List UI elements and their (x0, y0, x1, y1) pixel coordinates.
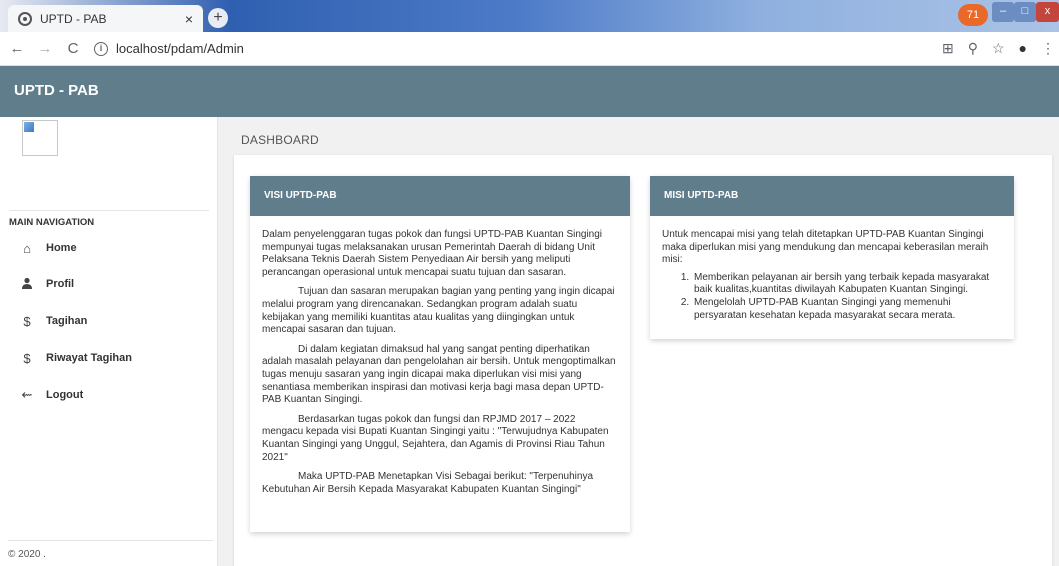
list-item: Mengelolah UPTD-PAB Kuantan Singingi yan… (692, 297, 1001, 322)
visi-paragraph: Maka UPTD-PAB Menetapkan Visi Sebagai be… (262, 471, 593, 495)
browser-tab[interactable]: UPTD - PAB × (8, 5, 203, 32)
list-item: Memberikan pelayanan air bersih yang ter… (692, 272, 1001, 297)
nav-header: MAIN NAVIGATION (9, 210, 209, 228)
url-text: localhost/pdam/Admin (116, 41, 244, 56)
globe-icon (18, 11, 32, 26)
window-close-button[interactable]: x (1036, 2, 1059, 22)
sidebar-item-profil[interactable]: Profil (0, 266, 218, 302)
zoom-icon[interactable]: ⚲ (968, 40, 978, 57)
url-field[interactable]: i localhost/pdam/Admin (94, 41, 244, 56)
app-header: UPTD - PAB (0, 66, 1059, 117)
address-bar: ← → C i localhost/pdam/Admin ⊞ ⚲ ☆ ● ⋮ (0, 32, 1059, 66)
tab-title: UPTD - PAB (40, 11, 107, 26)
visi-paragraph: Tujuan dan sasaran merupakan bagian yang… (262, 286, 615, 336)
reload-icon[interactable]: C (62, 40, 84, 57)
sidebar-item-label: Riwayat Tagihan (46, 352, 132, 364)
forward-arrow-icon[interactable]: → (34, 40, 56, 57)
copyright-text: © 2020 . (8, 540, 213, 560)
home-icon: ⌂ (23, 240, 31, 256)
back-arrow-icon[interactable]: ← (6, 40, 28, 57)
menu-icon[interactable]: ⋮ (1041, 40, 1055, 57)
visi-card: VISI UPTD-PAB Dalam penyelenggaran tugas… (250, 176, 630, 532)
broken-logo-image (22, 120, 58, 156)
back-arrow-icon: ⇜ (21, 387, 33, 402)
info-icon[interactable]: i (94, 41, 108, 56)
new-tab-button[interactable]: + (208, 8, 228, 28)
dollar-icon: $ (23, 350, 31, 366)
address-bar-actions: ⊞ ⚲ ☆ ● ⋮ (942, 40, 1055, 57)
window-minimize-button[interactable]: – (992, 2, 1014, 22)
visi-paragraph: Di dalam kegiatan dimaksud hal yang sang… (262, 343, 616, 406)
user-icon (20, 277, 34, 292)
dollar-icon: $ (23, 313, 31, 329)
sidebar: MAIN NAVIGATION ⌂ Home Profil $ Tagihan … (0, 117, 218, 566)
misi-card: MISI UPTD-PAB Untuk mencapai misi yang t… (650, 176, 1014, 339)
sidebar-item-riwayat-tagihan[interactable]: $ Riwayat Tagihan (0, 340, 218, 376)
misi-intro: Untuk mencapai misi yang telah ditetapka… (662, 229, 989, 266)
translate-icon[interactable]: ⊞ (942, 40, 954, 57)
misi-card-title: MISI UPTD-PAB (650, 176, 1014, 216)
main-content: DASHBOARD VISI UPTD-PAB Dalam penyelengg… (218, 117, 1059, 566)
visi-card-title: VISI UPTD-PAB (250, 176, 630, 216)
account-icon[interactable]: ● (1019, 40, 1027, 57)
sidebar-item-label: Logout (46, 389, 84, 401)
tab-close-icon[interactable]: × (185, 11, 193, 27)
misi-list: Memberikan pelayanan air bersih yang ter… (692, 272, 1001, 322)
notification-badge[interactable]: 71 (958, 4, 988, 26)
page-title: DASHBOARD (241, 133, 319, 147)
sidebar-item-label: Tagihan (46, 315, 88, 327)
star-icon[interactable]: ☆ (992, 40, 1005, 57)
sidebar-item-label: Profil (46, 278, 75, 290)
visi-paragraph: Berdasarkan tugas pokok dan fungsi dan R… (262, 413, 609, 463)
app-brand[interactable]: UPTD - PAB (14, 82, 99, 99)
sidebar-item-logout[interactable]: ⇜ Logout (0, 377, 218, 413)
browser-tabstrip: UPTD - PAB × + 71 – □ x (0, 0, 1059, 32)
sidebar-item-home[interactable]: ⌂ Home (0, 230, 218, 266)
visi-paragraph: Dalam penyelenggaran tugas pokok dan fun… (262, 229, 603, 278)
sidebar-item-tagihan[interactable]: $ Tagihan (0, 303, 218, 339)
visi-card-body: Dalam penyelenggaran tugas pokok dan fun… (250, 216, 630, 515)
sidebar-item-label: Home (46, 242, 77, 254)
window-maximize-button[interactable]: □ (1014, 2, 1036, 22)
misi-card-body: Untuk mencapai misi yang telah ditetapka… (650, 216, 1014, 334)
